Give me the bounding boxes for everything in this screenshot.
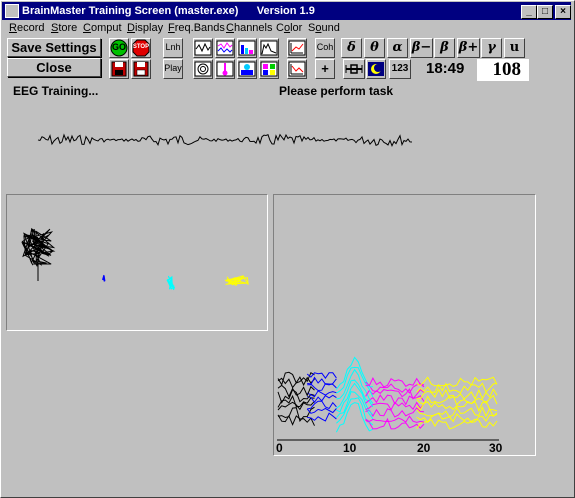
spectrum-panel: 0 10 20 30 <box>273 194 536 456</box>
menu-sound[interactable]: Sound <box>308 22 340 34</box>
thermometer-icon <box>216 61 234 77</box>
spectrum-series-line <box>277 406 315 423</box>
multi-wave-button[interactable] <box>215 38 235 58</box>
record-button[interactable] <box>109 59 129 79</box>
spectrum-series-line <box>307 376 337 386</box>
training-display-panel <box>6 194 268 331</box>
spectrum-series-line <box>277 371 315 386</box>
spectrum-series-line <box>365 383 425 394</box>
numeric-label: 123 <box>391 63 409 74</box>
spectrum-graph <box>277 356 499 441</box>
window-title: BrainMaster Training Screen (master.exe)… <box>22 5 315 17</box>
menu-display[interactable]: Display <box>127 22 163 34</box>
plus-button[interactable]: + <box>315 59 335 79</box>
play-button[interactable]: Play <box>163 59 183 79</box>
spectrum-icon <box>260 40 278 56</box>
link-icon <box>345 64 363 74</box>
multi-wave-icon <box>216 40 234 56</box>
title-bar: BrainMaster Training Screen (master.exe)… <box>2 2 571 20</box>
game-icon <box>238 61 256 77</box>
band-gamma-button[interactable]: γ <box>481 38 502 58</box>
wave-display-button[interactable] <box>193 38 213 58</box>
close-button[interactable]: Close <box>7 58 101 77</box>
spectrum-series-line <box>365 407 425 418</box>
spectrum-series-line <box>277 384 315 398</box>
band-user-button[interactable]: u <box>504 38 525 58</box>
axis-tick-30: 30 <box>489 441 503 455</box>
band-beta-button[interactable]: β <box>434 38 455 58</box>
eeg-trace <box>37 133 413 147</box>
menu-comput[interactable]: Comput <box>83 22 122 34</box>
go-button[interactable]: GO <box>109 38 129 58</box>
stop-label: STOP <box>132 44 150 50</box>
blue-band-scribble <box>102 274 106 282</box>
yellow-band-scribble <box>224 275 249 287</box>
link-button[interactable] <box>343 59 365 79</box>
game-button[interactable] <box>237 59 257 79</box>
coh-label: Coh <box>316 42 334 52</box>
spectrum-series-line <box>365 388 425 400</box>
trend-alt-button[interactable] <box>287 59 307 79</box>
trend-display-button[interactable] <box>287 38 307 58</box>
lnh-button[interactable]: Lnh <box>163 38 183 58</box>
close-icon[interactable]: × <box>555 5 571 19</box>
moon-button[interactable] <box>366 59 386 79</box>
wave-icon <box>194 40 212 56</box>
axis-tick-20: 20 <box>417 441 431 455</box>
app-icon <box>5 4 19 18</box>
save-settings-button[interactable]: Save Settings <box>7 38 101 57</box>
lnh-label: Lnh <box>165 42 181 52</box>
spiral-button[interactable] <box>193 59 213 79</box>
axis-tick-0: 0 <box>276 441 283 455</box>
eeg-waveform <box>37 133 413 147</box>
menu-color[interactable]: Color <box>276 22 302 34</box>
status-right: Please perform task <box>279 84 394 98</box>
floppy-record-icon <box>111 61 127 77</box>
band-low-beta-button[interactable]: β− <box>410 38 433 58</box>
band-theta-button[interactable]: θ <box>364 38 385 58</box>
band-high-beta-button[interactable]: β+ <box>457 38 480 58</box>
score-display: 108 <box>477 59 529 81</box>
menu-channels[interactable]: Channels <box>226 22 273 34</box>
thermometer-button[interactable] <box>215 59 235 79</box>
save-data-button[interactable] <box>131 59 151 79</box>
bar-display-button[interactable] <box>237 38 257 58</box>
stop-button[interactable]: STOP <box>131 38 151 58</box>
spiral-icon <box>194 61 212 77</box>
session-clock: 18:49 <box>426 60 465 77</box>
cyan-band-scribble <box>166 275 176 291</box>
bar-chart-icon <box>238 40 256 56</box>
coh-button[interactable]: Coh <box>315 38 335 58</box>
menu-store[interactable]: Store <box>51 22 77 34</box>
color-blocks-button[interactable] <box>259 59 279 79</box>
trend-alt-icon <box>288 61 306 77</box>
training-display-graphics <box>21 227 249 291</box>
spectrum-series-line <box>307 394 337 404</box>
spectrum-series-line <box>277 394 315 408</box>
spectrum-series-line <box>335 356 373 390</box>
band-delta-button[interactable]: δ <box>341 38 362 58</box>
plus-label: + <box>321 61 329 76</box>
spectrum-series-line <box>416 406 498 418</box>
spectrum-display-button[interactable] <box>259 38 279 58</box>
floppy-save-icon <box>133 61 149 77</box>
band-alpha-button[interactable]: α <box>387 38 408 58</box>
axis-tick-10: 10 <box>343 441 357 455</box>
menu-freq-bands[interactable]: Freq.Bands <box>168 22 225 34</box>
color-blocks-icon <box>260 61 278 77</box>
moon-icon <box>368 62 384 76</box>
status-left: EEG Training... <box>13 84 99 98</box>
minimize-icon[interactable]: _ <box>521 5 537 19</box>
play-label: Play <box>164 63 182 73</box>
trend-icon <box>288 40 306 56</box>
menu-record[interactable]: Record <box>9 22 44 34</box>
go-label: GO <box>111 42 126 52</box>
maximize-icon[interactable]: □ <box>537 5 553 19</box>
spectrum-series-line <box>416 376 498 387</box>
numeric-button[interactable]: 123 <box>389 59 411 79</box>
